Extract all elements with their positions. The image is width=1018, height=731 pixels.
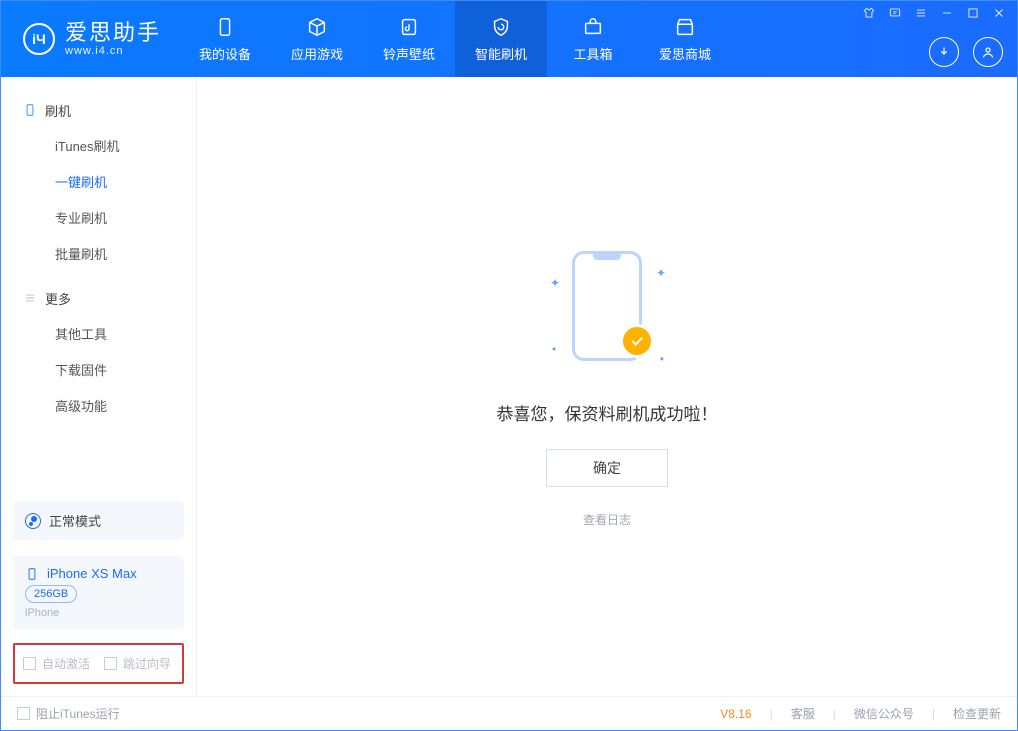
- sidebar-group-label: 更多: [45, 289, 71, 308]
- nav-flash[interactable]: 智能刷机: [455, 1, 547, 77]
- device-icon: [25, 567, 39, 581]
- sidebar-group-flash: 刷机: [1, 93, 196, 127]
- ok-button[interactable]: 确定: [546, 449, 668, 487]
- sidebar-item-firmware[interactable]: 下载固件: [1, 351, 196, 387]
- device-name: iPhone XS Max: [47, 566, 137, 581]
- menu-icon[interactable]: [913, 5, 929, 21]
- phone-outline-icon: [23, 103, 37, 117]
- nav-apps[interactable]: 应用游戏: [271, 1, 363, 77]
- sidebar-item-label: 一键刷机: [55, 172, 107, 191]
- body: 刷机 iTunes刷机 一键刷机 专业刷机 批量刷机 更多 其他工具 下载固件 …: [1, 77, 1017, 696]
- close-icon[interactable]: [991, 5, 1007, 21]
- sidebar-group-more: 更多: [1, 281, 196, 315]
- divider: |: [833, 707, 836, 721]
- checkbox-label: 自动激活: [42, 655, 90, 672]
- checkbox-icon: [23, 657, 36, 670]
- support-link[interactable]: 客服: [791, 705, 815, 722]
- brand-logo-icon: iЧ: [23, 23, 55, 55]
- brand-url: www.i4.cn: [65, 45, 161, 58]
- checkbox-label: 阻止iTunes运行: [36, 705, 120, 722]
- block-itunes-checkbox[interactable]: 阻止iTunes运行: [17, 705, 120, 722]
- nav-toolbox[interactable]: 工具箱: [547, 1, 639, 77]
- cube-icon: [306, 16, 328, 38]
- toolbox-icon: [582, 16, 604, 38]
- feedback-icon[interactable]: [887, 5, 903, 21]
- sidebar-item-label: 下载固件: [55, 360, 107, 379]
- sidebar-group-label: 刷机: [45, 101, 71, 120]
- nav-device[interactable]: 我的设备: [179, 1, 271, 77]
- mode-box[interactable]: 正常模式: [13, 501, 184, 540]
- sparkle-icon: ✦: [656, 266, 666, 280]
- header-actions: [929, 37, 1003, 67]
- wechat-link[interactable]: 微信公众号: [854, 705, 914, 722]
- checkbox-icon: [104, 657, 117, 670]
- skip-guide-checkbox[interactable]: 跳过向导: [104, 655, 171, 672]
- maximize-icon[interactable]: [965, 5, 981, 21]
- options-highlight-box: 自动激活 跳过向导: [13, 643, 184, 684]
- sidebar-item-label: 高级功能: [55, 396, 107, 415]
- account-button[interactable]: [973, 37, 1003, 67]
- version-label: V8.16: [720, 707, 751, 721]
- nav-label: 应用游戏: [291, 44, 343, 63]
- sidebar-item-label: 专业刷机: [55, 208, 107, 227]
- success-message: 恭喜您，保资料刷机成功啦！: [497, 400, 718, 425]
- device-capacity: 256GB: [25, 585, 77, 603]
- nav-label: 智能刷机: [475, 44, 527, 63]
- sparkle-icon: •: [660, 352, 664, 366]
- device-type: iPhone: [25, 607, 172, 619]
- brand-name: 爱思助手: [65, 20, 161, 45]
- mode-label: 正常模式: [49, 511, 101, 530]
- brand: iЧ 爱思助手 www.i4.cn: [1, 1, 179, 77]
- sidebar-item-other[interactable]: 其他工具: [1, 315, 196, 351]
- sidebar-item-label: iTunes刷机: [55, 136, 120, 155]
- shield-rotate-icon: [490, 16, 512, 38]
- sidebar-item-onekey[interactable]: 一键刷机: [1, 163, 196, 199]
- minimize-icon[interactable]: [939, 5, 955, 21]
- nav-label: 爱思商城: [659, 44, 711, 63]
- list-icon: [23, 291, 37, 305]
- brand-text: 爱思助手 www.i4.cn: [65, 20, 161, 58]
- normal-mode-icon: [25, 513, 41, 529]
- header: iЧ 爱思助手 www.i4.cn 我的设备 应用游戏 铃声壁纸 智能刷机 工具…: [1, 1, 1017, 77]
- nav-label: 工具箱: [574, 44, 613, 63]
- nav-ringtones[interactable]: 铃声壁纸: [363, 1, 455, 77]
- sidebar-item-advanced[interactable]: 高级功能: [1, 387, 196, 423]
- sidebar-item-itunes[interactable]: iTunes刷机: [1, 127, 196, 163]
- nav-label: 铃声壁纸: [383, 44, 435, 63]
- nav-label: 我的设备: [199, 44, 251, 63]
- sidebar: 刷机 iTunes刷机 一键刷机 专业刷机 批量刷机 更多 其他工具 下载固件 …: [1, 77, 197, 696]
- checkbox-label: 跳过向导: [123, 655, 171, 672]
- window-controls: [861, 5, 1007, 21]
- device-box[interactable]: iPhone XS Max 256GB iPhone: [13, 556, 184, 629]
- sidebar-item-label: 批量刷机: [55, 244, 107, 263]
- note-icon: [398, 16, 420, 38]
- sidebar-item-label: 其他工具: [55, 324, 107, 343]
- view-log-link[interactable]: 查看日志: [583, 511, 631, 528]
- checkbox-icon: [17, 707, 30, 720]
- divider: |: [770, 707, 773, 721]
- nav-store[interactable]: 爱思商城: [639, 1, 731, 77]
- sparkle-icon: •: [552, 342, 556, 356]
- sidebar-item-pro[interactable]: 专业刷机: [1, 199, 196, 235]
- store-icon: [674, 16, 696, 38]
- check-badge-icon: [620, 324, 654, 358]
- sidebar-item-batch[interactable]: 批量刷机: [1, 235, 196, 271]
- check-update-link[interactable]: 检查更新: [953, 705, 1001, 722]
- auto-activate-checkbox[interactable]: 自动激活: [23, 655, 90, 672]
- divider: |: [932, 707, 935, 721]
- sparkle-icon: ✦: [550, 276, 560, 290]
- footer: 阻止iTunes运行 V8.16 | 客服 | 微信公众号 | 检查更新: [1, 696, 1017, 730]
- success-graphic: ✦ ✦ • •: [552, 246, 662, 376]
- phone-icon: [214, 16, 236, 38]
- top-nav: 我的设备 应用游戏 铃声壁纸 智能刷机 工具箱 爱思商城: [179, 1, 731, 77]
- shirt-icon[interactable]: [861, 5, 877, 21]
- download-button[interactable]: [929, 37, 959, 67]
- main-panel: ✦ ✦ • • 恭喜您，保资料刷机成功啦！ 确定 查看日志: [197, 77, 1017, 696]
